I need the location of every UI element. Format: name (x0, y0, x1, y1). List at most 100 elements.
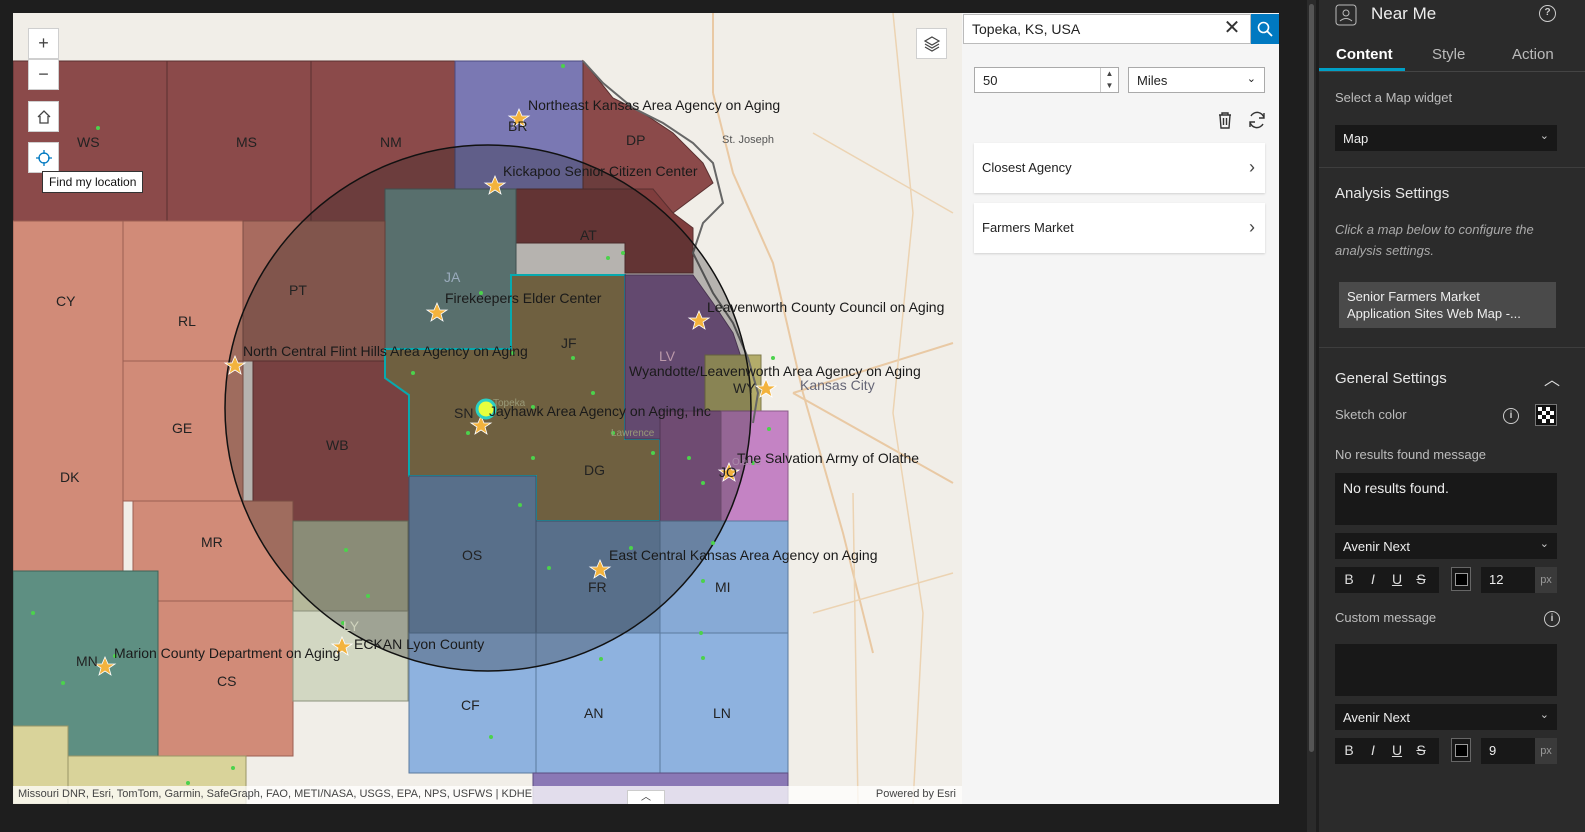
unit-select[interactable]: Miles ⌄ (1128, 67, 1265, 93)
font-size-input[interactable]: 9 px (1481, 738, 1557, 764)
agency-label: North Central Flint Hills Area Agency on… (243, 343, 528, 359)
clear-search-button[interactable]: ✕ (1220, 17, 1244, 41)
agency-label: Firekeepers Elder Center (445, 290, 602, 306)
county-code: CS (217, 673, 237, 689)
map-canvas[interactable] (13, 13, 962, 804)
bold-button[interactable]: B (1339, 742, 1359, 758)
font-size-input[interactable]: 12 px (1481, 567, 1557, 593)
agency-label: Jayhawk Area Agency on Aging, Inc (489, 403, 711, 419)
underline-button[interactable]: U (1387, 571, 1407, 587)
font-select-1[interactable]: Avenir Next ⌄ (1335, 533, 1557, 559)
web-map-chip[interactable]: Senior Farmers Market Application Sites … (1339, 282, 1556, 328)
attribution-toggle[interactable]: ︿ (627, 790, 665, 804)
chevron-up-icon[interactable]: ▲ (1106, 69, 1114, 78)
search-input[interactable]: Topeka, KS, USA (963, 14, 1251, 44)
map-chip-line: Senior Farmers Market (1347, 289, 1480, 304)
format-row-1: B I U S 12 px (1335, 567, 1557, 593)
font-color-picker[interactable] (1451, 567, 1471, 591)
agency-label: Northeast Kansas Area Agency on Aging (528, 97, 781, 113)
county-code: NM (380, 134, 402, 150)
font-color-picker[interactable] (1451, 738, 1471, 762)
agency-label: Marion County Department on Aging (114, 645, 341, 661)
canvas-scrollbar[interactable] (1307, 0, 1316, 832)
map-widget-select[interactable]: Map ⌄ (1335, 125, 1557, 151)
font-size-value: 12 (1489, 572, 1504, 587)
county-code: BR (508, 118, 528, 134)
settings-panel: Near Me ? Content Style Action Select a … (1319, 0, 1585, 832)
home-button[interactable] (28, 101, 59, 132)
info-icon[interactable]: i (1544, 611, 1560, 627)
map-view[interactable]: WS MS NM BR DP AT JA JF LV WY CY RL PT S… (13, 13, 962, 804)
county-code: MS (236, 134, 257, 150)
county-code: WB (326, 437, 349, 453)
county-code: LY (343, 618, 360, 634)
no-results-value: No results found. (1343, 480, 1449, 496)
size-unit: px (1535, 567, 1557, 593)
county-code: CY (56, 293, 76, 309)
county-code: PT (289, 282, 307, 298)
chevron-up-icon[interactable]: ︿ (1544, 366, 1560, 390)
county-code: LV (659, 348, 676, 364)
strikethrough-button[interactable]: S (1411, 742, 1431, 758)
zoom-in-button[interactable]: + (28, 28, 59, 59)
distance-stepper[interactable]: ▲ ▼ (1100, 68, 1118, 92)
layer-list-button[interactable] (916, 28, 947, 59)
format-button-group: B I U S (1335, 738, 1439, 764)
search-icon (1257, 21, 1273, 37)
strikethrough-button[interactable]: S (1411, 571, 1431, 587)
info-icon[interactable]: i (1503, 408, 1519, 424)
help-icon[interactable]: ? (1539, 5, 1556, 22)
font-select-2[interactable]: Avenir Next ⌄ (1335, 704, 1557, 730)
sketch-color-swatch[interactable] (1535, 404, 1557, 426)
layer-card-closest-agency[interactable]: Closest Agency › (974, 143, 1265, 193)
powered-by-text[interactable]: Powered by Esri (876, 788, 956, 800)
trash-icon[interactable] (1214, 109, 1236, 131)
checker-pattern-icon (1538, 407, 1554, 423)
minus-icon: − (38, 64, 49, 84)
analysis-settings-header: Analysis Settings (1335, 185, 1450, 202)
tab-content[interactable]: Content (1336, 46, 1393, 63)
county-code: CF (461, 697, 480, 713)
close-icon: ✕ (1223, 17, 1241, 39)
locate-tooltip: Find my location (42, 171, 144, 193)
zoom-out-button[interactable]: − (28, 59, 59, 90)
city-label: Lawrence (611, 428, 655, 439)
chevron-up-icon: ︿ (641, 792, 651, 803)
font-value: Avenir Next (1343, 539, 1410, 554)
agency-label: ECKAN Lyon County (354, 636, 485, 652)
search-button[interactable] (1251, 14, 1279, 44)
near-me-widget-icon (1335, 4, 1357, 26)
no-results-textarea[interactable]: No results found. (1335, 473, 1557, 525)
county-code: WS (77, 134, 100, 150)
locate-button[interactable] (28, 142, 59, 173)
chevron-right-icon: › (1249, 157, 1255, 177)
tab-style[interactable]: Style (1432, 46, 1465, 63)
layer-card-farmers-market[interactable]: Farmers Market › (974, 203, 1265, 253)
tab-action[interactable]: Action (1512, 46, 1554, 63)
chevron-down-icon[interactable]: ▼ (1106, 81, 1114, 90)
size-unit: px (1535, 738, 1557, 764)
custom-message-textarea[interactable] (1335, 644, 1557, 696)
county-code: AN (584, 705, 604, 721)
chevron-down-icon: ⌄ (1539, 130, 1549, 142)
underline-button[interactable]: U (1387, 742, 1407, 758)
county-code: AT (580, 227, 597, 243)
crosshair-icon (35, 149, 52, 166)
refresh-icon[interactable] (1246, 109, 1268, 131)
agency-label: The Salvation Army of Olathe (737, 450, 920, 466)
italic-button[interactable]: I (1363, 742, 1383, 758)
select-map-label: Select a Map widget (1335, 90, 1453, 105)
unit-value: Miles (1137, 73, 1168, 88)
custom-message-label: Custom message (1335, 610, 1437, 625)
map-attribution: Missouri DNR, Esri, TomTom, Garmin, Safe… (13, 786, 962, 804)
sketch-color-label: Sketch color (1335, 407, 1407, 422)
city-label: St. Joseph (722, 134, 774, 146)
bold-button[interactable]: B (1339, 571, 1359, 587)
search-value: Topeka, KS, USA (972, 21, 1081, 37)
county-code: WY (733, 380, 756, 396)
distance-input[interactable]: 50 ▲ ▼ (974, 67, 1119, 93)
format-row-2: B I U S 9 px (1335, 738, 1557, 764)
italic-button[interactable]: I (1363, 571, 1383, 587)
scrollbar-thumb[interactable] (1309, 4, 1314, 752)
app-window: WS MS NM BR DP AT JA JF LV WY CY RL PT S… (0, 0, 1585, 832)
